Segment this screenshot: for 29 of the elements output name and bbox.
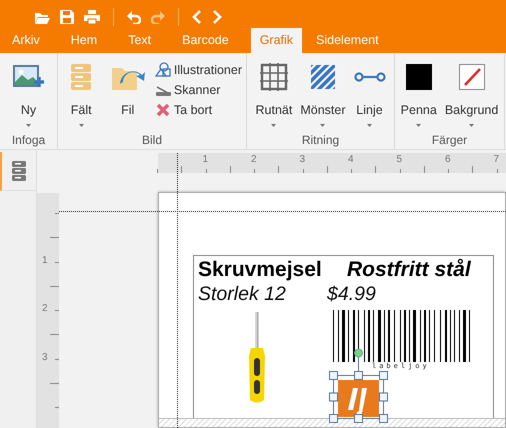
- ruler-number: 5: [396, 154, 402, 165]
- ribbon-button[interactable]: Bakgrund: [444, 62, 498, 133]
- ribbon-button[interactable]: Mönster: [300, 62, 346, 133]
- size-text: Storlek 12: [198, 283, 286, 306]
- ribbon-button[interactable]: Ny: [8, 62, 50, 133]
- ruler-number: 4: [348, 154, 354, 165]
- product-name: Skruvmejsel: [198, 258, 322, 282]
- ruler-number: 2: [42, 303, 48, 314]
- ribbon-button[interactable]: Fält: [62, 62, 100, 133]
- ribbon-button[interactable]: Penna: [400, 62, 437, 133]
- ribbon-button[interactable]: Skanner: [154, 82, 242, 97]
- ribbon-button[interactable]: Ta bort: [154, 102, 242, 117]
- ribbon-button[interactable]: Rutnät: [256, 62, 292, 133]
- group-label: Ritning: [300, 133, 340, 149]
- ribbon-button[interactable]: Fil: [108, 62, 147, 133]
- price-text: $4.99: [327, 283, 376, 306]
- ruler-number: 2: [251, 154, 257, 165]
- group-label: Infoga: [10, 133, 46, 149]
- ruler-number: 1: [42, 254, 48, 266]
- ruler-number: 1: [202, 154, 208, 165]
- ruler-number: 3: [42, 352, 48, 362]
- ruler-number: 3: [300, 154, 306, 165]
- group-label: Bild: [140, 133, 163, 149]
- ruler-number: 7: [494, 154, 500, 165]
- ruler-number: 6: [445, 154, 451, 165]
- ribbon-button[interactable]: Illustrationer: [154, 62, 242, 77]
- material-text: Rostfritt stål: [347, 258, 471, 282]
- ribbon-button[interactable]: Linje: [354, 62, 386, 133]
- group-label: Färger: [430, 133, 468, 149]
